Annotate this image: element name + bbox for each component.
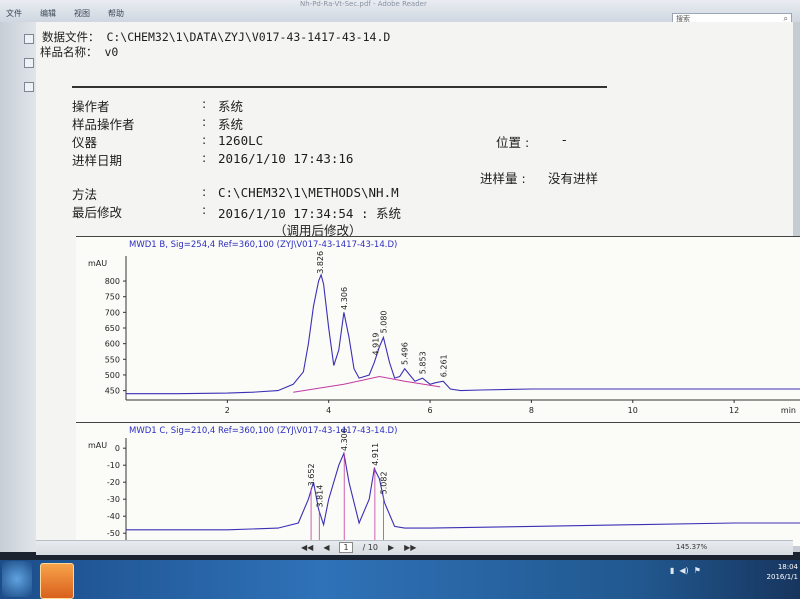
field-value-inject-date: 2016/1/10 17:43:16 xyxy=(218,151,354,166)
volume-icon[interactable]: ◀) xyxy=(679,566,688,575)
prev-page-icon[interactable]: ◀ xyxy=(323,543,329,552)
peak-label: 5.082 xyxy=(380,471,389,494)
field-colon: : xyxy=(202,96,207,111)
menu-edit[interactable]: 编辑 xyxy=(38,8,58,19)
field-value-instrument: 1260LC xyxy=(218,133,264,148)
position-label: 位置 : xyxy=(496,135,530,150)
x-tick-label: 4 xyxy=(326,406,331,415)
y-tick-label: -10 xyxy=(107,461,120,470)
field-colon: : xyxy=(202,132,207,147)
signal-trace xyxy=(126,451,800,531)
peak-label: 3.826 xyxy=(316,251,325,274)
y-tick-label: 600 xyxy=(105,340,120,349)
peak-label: 3.814 xyxy=(315,485,324,508)
flag-icon[interactable]: ⚑ xyxy=(694,566,701,575)
y-tick-label: 450 xyxy=(105,387,120,396)
signal-trace xyxy=(126,273,800,395)
field-label-instrument: 仪器 xyxy=(72,135,98,150)
y-tick-label: 650 xyxy=(105,324,120,333)
zoom-level[interactable]: 145.37% xyxy=(676,543,707,551)
y-tick-label: 800 xyxy=(105,277,120,286)
field-value-sample-operator: 系统 xyxy=(218,117,244,132)
page-nav-bar: ◀◀ ◀ 1 / 10 ▶ ▶▶ 145.37% xyxy=(36,540,793,555)
sample-name-label: 样品名称： xyxy=(40,45,98,59)
y-tick-label: 700 xyxy=(105,308,120,317)
y-tick-label: -40 xyxy=(107,512,120,521)
y-tick-label: -30 xyxy=(107,495,120,504)
peak-label: 4.911 xyxy=(371,443,380,466)
position-value: - xyxy=(562,132,567,147)
field-colon: : xyxy=(202,114,207,129)
y-tick-label: -50 xyxy=(107,529,120,538)
clock-time: 18:04 xyxy=(777,563,798,571)
chromatogram-mwd1-c: MWD1 C, Sig=210,4 Ref=360,100 (ZYJ\V017-… xyxy=(76,422,800,546)
peak-label: 5.080 xyxy=(379,310,388,333)
integration-baseline xyxy=(293,375,441,393)
bookmarks-icon[interactable] xyxy=(24,58,34,68)
attachments-icon[interactable] xyxy=(24,82,34,92)
peak-label: 4.919 xyxy=(371,333,380,356)
last-page-icon[interactable]: ▶▶ xyxy=(404,543,416,552)
x-tick-label: 10 xyxy=(628,406,638,415)
data-file-value: C:\CHEM32\1\DATA\ZYJ\V017-43-1417-43-14.… xyxy=(106,30,391,44)
start-button[interactable] xyxy=(2,561,32,597)
peak-label: 4.306 xyxy=(340,287,349,310)
separator-line xyxy=(72,86,607,88)
y-tick-label: 550 xyxy=(105,355,120,364)
peak-label: 3.652 xyxy=(307,463,316,486)
inj-volume-label: 进样量 : xyxy=(480,171,526,186)
field-label-last-modified: 最后修改 xyxy=(72,205,123,220)
field-value-method: C:\CHEM32\1\METHODS\NH.M xyxy=(218,185,399,200)
x-axis-label: min xyxy=(781,406,796,415)
chart-title: MWD1 C, Sig=210,4 Ref=360,100 (ZYJ\V017-… xyxy=(129,426,397,436)
field-colon: : xyxy=(202,202,207,217)
chart-title: MWD1 B, Sig=254,4 Ref=360,100 (ZYJ\V017-… xyxy=(129,240,397,250)
taskbar-clock[interactable]: 18:04 2016/1/1 xyxy=(760,562,798,582)
navigation-pane xyxy=(0,22,36,552)
network-icon[interactable]: ▮ xyxy=(670,566,674,575)
field-label-sample-operator: 样品操作者 xyxy=(72,117,135,132)
field-colon: : xyxy=(202,150,207,165)
menu-file[interactable]: 文件 xyxy=(4,8,24,19)
sample-name-value: v0 xyxy=(104,45,119,59)
x-tick-label: 2 xyxy=(225,406,230,415)
peak-label: 5.853 xyxy=(419,351,428,374)
window-title: Nh-Pd-Ra-Vt-Sec.pdf - Adobe Reader xyxy=(300,0,427,8)
menu-view[interactable]: 视图 xyxy=(72,8,92,19)
peak-label: 4.306 xyxy=(340,428,349,451)
field-label-method: 方法 xyxy=(72,187,98,202)
y-tick-label: 750 xyxy=(105,293,120,302)
field-value-operator: 系统 xyxy=(218,99,244,114)
page-number-input[interactable]: 1 xyxy=(339,542,353,553)
window-titlebar: Nh-Pd-Ra-Vt-Sec.pdf - Adobe Reader 文件 编辑… xyxy=(0,0,800,23)
sample-name-line: 样品名称： v0 xyxy=(40,44,118,60)
clock-date: 2016/1/1 xyxy=(766,573,798,581)
inj-volume-value: 没有进样 xyxy=(548,171,599,186)
y-axis-label: mAU xyxy=(88,441,107,450)
field-colon: : xyxy=(202,184,207,199)
pager: ◀◀ ◀ 1 / 10 ▶ ▶▶ xyxy=(301,542,416,553)
next-page-icon[interactable]: ▶ xyxy=(388,543,394,552)
menu-help[interactable]: 帮助 xyxy=(106,8,126,19)
field-label-inject-date: 进样日期 xyxy=(72,153,123,168)
x-tick-label: 8 xyxy=(529,406,534,415)
x-tick-label: 6 xyxy=(428,406,433,415)
taskbar-app-reader[interactable] xyxy=(40,563,74,599)
first-page-icon[interactable]: ◀◀ xyxy=(301,543,313,552)
peak-label: 5.496 xyxy=(401,342,410,365)
chromatogram-mwd1-b: MWD1 B, Sig=254,4 Ref=360,100 (ZYJ\V017-… xyxy=(76,236,800,422)
page-thumbnails-icon[interactable] xyxy=(24,34,34,44)
menu-bar: 文件 编辑 视图 帮助 xyxy=(4,8,126,19)
y-tick-label: 0 xyxy=(115,444,120,453)
y-axis-label: mAU xyxy=(88,259,107,268)
peak-label: 6.261 xyxy=(439,354,448,377)
page-total: / 10 xyxy=(362,543,378,552)
data-file-label: 数据文件： xyxy=(42,30,100,44)
x-tick-label: 12 xyxy=(729,406,739,415)
y-tick-label: 500 xyxy=(105,371,120,380)
y-tick-label: -20 xyxy=(107,478,120,487)
data-file-line: 数据文件： C:\CHEM32\1\DATA\ZYJ\V017-43-1417-… xyxy=(42,29,390,45)
field-label-operator: 操作者 xyxy=(72,99,110,114)
system-tray: ▮ ◀) ⚑ xyxy=(670,566,701,575)
